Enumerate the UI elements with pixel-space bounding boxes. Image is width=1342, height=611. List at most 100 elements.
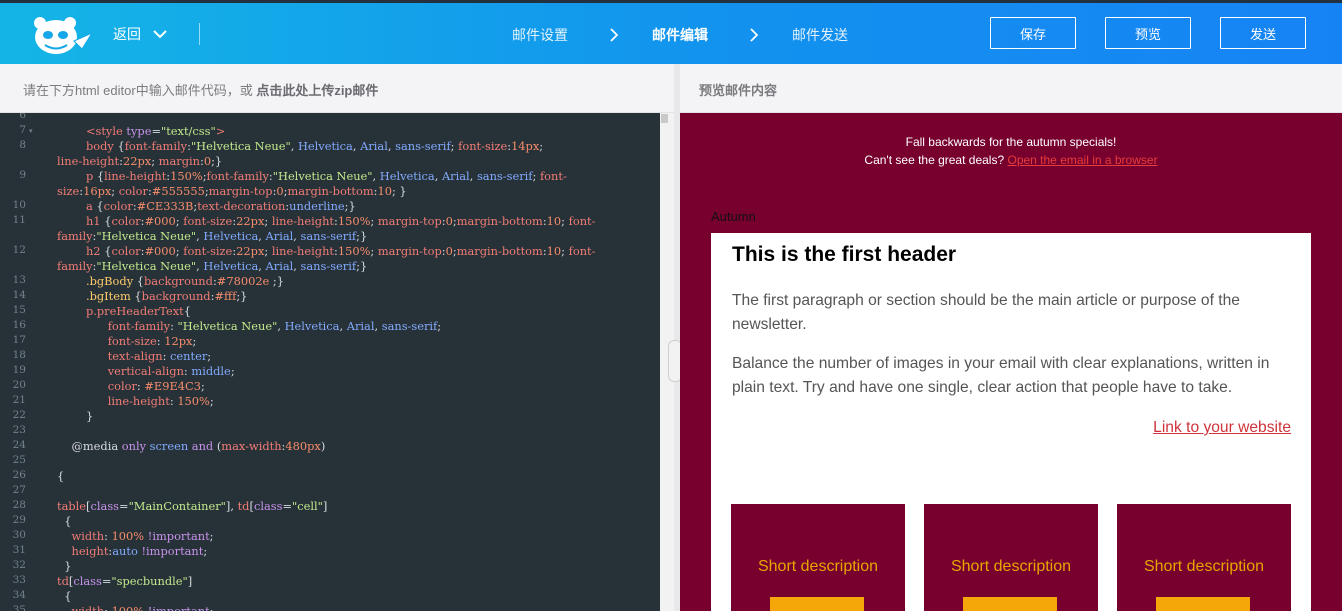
code-line: line-height: 150%; [107,394,214,408]
code-line: font-family: "Helvetica Neue", Helvetica… [107,319,442,333]
line-number: 17 [12,334,26,346]
line-number: 31 [12,544,26,556]
top-bar: 返回 邮件设置 邮件编辑 邮件发送 保存 预览 发送 [0,0,1342,64]
fold-arrow-icon[interactable]: ▾ [29,127,33,135]
line-number: 26 [12,469,26,481]
line-number: 7 [19,124,26,136]
line-number: 14 [12,289,26,301]
code-line: width: 100% !important; [71,529,214,543]
email-paragraph-1: The first paragraph or section should be… [732,292,1240,333]
code-line: } [57,559,72,573]
code-line: h2 {color:#000; font-size:22px; line-hei… [85,244,596,258]
chevron-down-icon [153,30,167,39]
line-number: 20 [12,379,26,391]
line-number: 35 [12,604,26,611]
editor-scrollbar-thumb[interactable] [661,114,668,123]
browser-prompt-text: Can't see the great deals? [864,153,1008,167]
chevron-right-icon [750,28,759,42]
code-line: family:"Helvetica Neue", Helvetica, Aria… [57,259,368,273]
code-line: color: #E9E4C3; [107,379,205,393]
code-line: width: 100% !important; [71,604,214,611]
save-button[interactable]: 保存 [990,17,1076,49]
code-line: text-align: center; [107,349,212,363]
preview-button[interactable]: 预览 [1105,17,1191,49]
email-preview: Fall backwards for the autumn specials! … [680,113,1342,611]
line-number: 18 [12,349,26,361]
product-tile: Short description [1117,504,1291,611]
back-button[interactable]: 返回 [113,24,169,44]
line-number: 10 [12,199,26,211]
product-tile: Short description [924,504,1098,611]
code-line: family:"Helvetica Neue", Helvetica, Aria… [57,229,368,243]
line-number: 34 [12,589,26,601]
line-number: 13 [12,274,26,286]
editor-panel-header: 请在下方html editor中输入邮件代码，或 点击此处上传zip邮件 [0,64,674,113]
line-number: 27 [12,484,26,496]
chevron-right-icon [610,28,619,42]
line-number: 19 [12,364,26,376]
send-button[interactable]: 发送 [1220,17,1306,49]
preheader-text: Fall backwards for the autumn specials! [905,135,1117,149]
line-number: 29 [12,514,26,526]
tile-button[interactable] [770,597,864,611]
code-line: size:16px; color:#555555;margin-top:0;ma… [57,184,407,198]
browser-prompt: Can't see the great deals? Open the emai… [680,153,1342,167]
line-number: 9 [19,169,26,181]
back-label: 返回 [113,26,141,42]
code-line: .bgItem {background:#fff;} [85,289,248,303]
email-heading: This is the first header [732,243,957,266]
line-number: 8 [19,139,26,151]
code-line: a {color:#CE333B;text-decoration:underli… [85,199,356,213]
code-line: body {font-family:"Helvetica Neue", Helv… [85,139,544,153]
open-in-browser-link[interactable]: Open the email in a browser [1007,153,1157,167]
code-line: font-size: 12px; [107,334,197,348]
website-link[interactable]: Link to your website [1153,419,1291,437]
code-line: <style type="text/css"> [85,124,226,138]
preview-panel-header: 预览邮件内容 [680,64,1342,113]
tile-description: Short description [757,558,879,575]
panda-logo-icon [34,17,94,54]
line-number: 33 [12,574,26,586]
step-mail-send[interactable]: 邮件发送 [792,25,848,45]
code-line: height:auto !important; [71,544,208,558]
code-line: p {line-height:150%;font-family:"Helveti… [85,169,567,183]
code-line: td[class="specbundle"] [57,574,193,588]
step-navigation: 邮件设置 邮件编辑 邮件发送 [512,25,848,45]
html-code-editor[interactable]: 6 7 ▾ <style type="text/css"> 8 body {font-… [0,113,660,611]
code-line: vertical-align: middle; [107,364,235,378]
code-line: p.preHeaderText{ [85,304,192,318]
code-line: table[class="MainContainer"], td[class="… [57,499,328,513]
preview-title: 预览邮件内容 [699,83,778,98]
code-line: @media only screen and (max-width:480px) [71,439,326,453]
code-line: .bgBody {background:#78002e ;} [85,274,285,288]
editor-hint: 请在下方html editor中输入邮件代码，或 点击此处上传zip邮件 [23,80,378,99]
header-divider [199,23,200,45]
line-number: 28 [12,499,26,511]
code-line: { [57,514,72,528]
section-label: Autumn [711,209,756,224]
tile-button[interactable] [1156,597,1250,611]
email-paragraph-2: Balance the number of images in your ema… [732,355,1270,396]
tile-button[interactable] [963,597,1057,611]
line-number: 16 [12,319,26,331]
code-line: h1 {color:#000; font-size:22px; line-hei… [85,214,596,228]
line-number: 21 [12,394,26,406]
line-number: 11 [12,214,26,226]
editor-hint-text: 请在下方html editor中输入邮件代码，或 [23,83,257,98]
code-line: line-height:22px; margin:0;} [57,154,223,168]
step-mail-settings[interactable]: 邮件设置 [512,25,568,45]
code-line: { [57,589,72,603]
line-number: 23 [12,424,26,436]
upload-zip-link[interactable]: 点击此处上传zip邮件 [256,83,378,98]
line-number: 32 [12,559,26,571]
tile-description: Short description [950,558,1072,575]
line-number: 24 [12,439,26,451]
step-mail-edit[interactable]: 邮件编辑 [652,25,708,45]
tile-description: Short description [1143,558,1265,575]
email-content-card: This is the first header The first parag… [711,233,1311,611]
line-number: 15 [12,304,26,316]
product-tile: Short description [731,504,905,611]
code-line: { [57,469,65,483]
line-number: 6 [19,113,26,121]
line-number: 12 [12,244,26,256]
